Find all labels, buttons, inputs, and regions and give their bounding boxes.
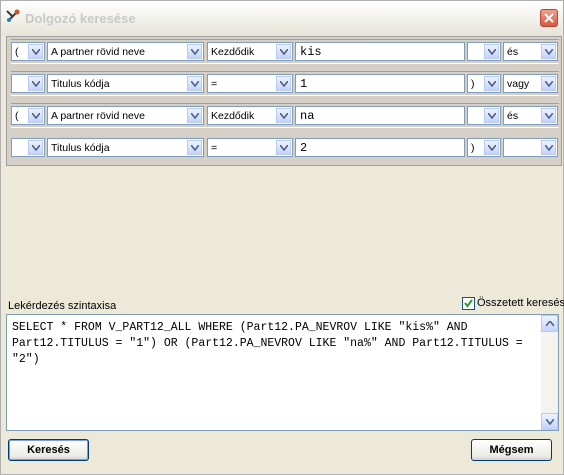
filter-row: ( A partner rövid neve Kezdődik kis és: [11, 39, 559, 64]
chevron-down-icon[interactable]: [187, 108, 202, 123]
field-select[interactable]: Titulus kódja: [47, 74, 204, 93]
operator-select[interactable]: =: [207, 74, 293, 93]
logic-select[interactable]: [503, 138, 558, 157]
close-paren-value: ): [471, 78, 475, 90]
value-text: na: [300, 109, 315, 123]
close-icon: [544, 13, 554, 23]
chevron-down-icon[interactable]: [28, 108, 43, 123]
vertical-scrollbar[interactable]: [541, 315, 558, 430]
chevron-down-icon[interactable]: [541, 108, 556, 123]
chevron-down-icon[interactable]: [484, 44, 499, 59]
scroll-up-button[interactable]: [541, 315, 558, 332]
logic-select[interactable]: és: [503, 42, 558, 61]
value-input[interactable]: 1: [295, 74, 465, 93]
open-paren-value: (: [15, 110, 19, 122]
logic-value: vagy: [507, 78, 530, 90]
chevron-down-icon[interactable]: [541, 44, 556, 59]
chevron-down-icon[interactable]: [28, 76, 43, 91]
chevron-down-icon[interactable]: [28, 44, 43, 59]
close-paren-select[interactable]: ): [467, 74, 501, 93]
operator-value: =: [211, 78, 218, 90]
checkmark-icon: [464, 299, 473, 308]
query-syntax-textarea[interactable]: SELECT * FROM V_PART12_ALL WHERE (Part12…: [6, 314, 559, 431]
chevron-down-icon[interactable]: [276, 76, 291, 91]
app-icon: [6, 9, 20, 22]
chevron-down-icon[interactable]: [484, 140, 499, 155]
title-bar: Dolgozó keresése: [1, 1, 563, 36]
value-input[interactable]: na: [295, 106, 465, 125]
window-title: Dolgozó keresése: [25, 11, 136, 26]
filter-row: Titulus kódja = 1 ) vagy: [11, 71, 559, 96]
open-paren-select[interactable]: (: [11, 106, 45, 125]
value-input[interactable]: 2: [295, 138, 465, 157]
operator-value: Kezdődik: [211, 46, 255, 58]
chevron-down-icon[interactable]: [541, 140, 556, 155]
field-value: A partner rövid neve: [51, 110, 145, 122]
open-paren-select[interactable]: [11, 138, 45, 157]
close-paren-select[interactable]: [467, 42, 501, 61]
scroll-down-button[interactable]: [541, 413, 558, 430]
close-button[interactable]: [540, 9, 558, 27]
chevron-down-icon[interactable]: [484, 76, 499, 91]
chevron-up-icon: [546, 321, 554, 327]
search-dialog: Dolgozó keresése ( A partner rövid neve …: [0, 0, 564, 475]
chevron-down-icon[interactable]: [276, 108, 291, 123]
operator-value: =: [211, 142, 218, 154]
field-select[interactable]: A partner rövid neve: [47, 106, 204, 125]
chevron-down-icon[interactable]: [187, 44, 202, 59]
value-text: 2: [300, 141, 308, 155]
chevron-down-icon[interactable]: [187, 76, 202, 91]
operator-select[interactable]: =: [207, 138, 293, 157]
open-paren-value: (: [15, 46, 19, 58]
operator-value: Kezdődik: [211, 110, 255, 122]
close-paren-select[interactable]: ): [467, 138, 501, 157]
field-select[interactable]: Titulus kódja: [47, 138, 204, 157]
open-paren-select[interactable]: [11, 74, 45, 93]
composite-search-checkbox[interactable]: [462, 297, 475, 310]
value-input[interactable]: kis: [295, 42, 465, 61]
filter-panel: ( A partner rövid neve Kezdődik kis és T…: [6, 36, 562, 166]
cancel-button[interactable]: Mégsem: [471, 439, 552, 461]
chevron-down-icon[interactable]: [484, 108, 499, 123]
chevron-down-icon: [546, 419, 554, 425]
field-value: A partner rövid neve: [51, 46, 145, 58]
value-text: kis: [300, 45, 322, 59]
operator-select[interactable]: Kezdődik: [207, 42, 293, 61]
chevron-down-icon[interactable]: [276, 44, 291, 59]
field-value: Titulus kódja: [51, 78, 110, 90]
filter-row: Titulus kódja = 2 ): [11, 135, 559, 159]
field-value: Titulus kódja: [51, 142, 110, 154]
logic-select[interactable]: és: [503, 106, 558, 125]
close-paren-value: ): [471, 142, 475, 154]
chevron-down-icon[interactable]: [187, 140, 202, 155]
logic-value: és: [507, 46, 519, 58]
operator-select[interactable]: Kezdődik: [207, 106, 293, 125]
close-paren-select[interactable]: [467, 106, 501, 125]
open-paren-select[interactable]: (: [11, 42, 45, 61]
search-button[interactable]: Keresés: [8, 439, 89, 461]
field-select[interactable]: A partner rövid neve: [47, 42, 204, 61]
value-text: 1: [300, 77, 308, 91]
logic-select[interactable]: vagy: [503, 74, 558, 93]
filter-row: ( A partner rövid neve Kezdődik na és: [11, 103, 559, 128]
query-text[interactable]: SELECT * FROM V_PART12_ALL WHERE (Part12…: [12, 320, 537, 368]
syntax-label: Lekérdezés szintaxisa: [8, 300, 117, 312]
chevron-down-icon[interactable]: [28, 140, 43, 155]
composite-search-label[interactable]: Összetett keresés: [477, 297, 564, 309]
chevron-down-icon[interactable]: [541, 76, 556, 91]
chevron-down-icon[interactable]: [276, 140, 291, 155]
logic-value: és: [507, 110, 519, 122]
